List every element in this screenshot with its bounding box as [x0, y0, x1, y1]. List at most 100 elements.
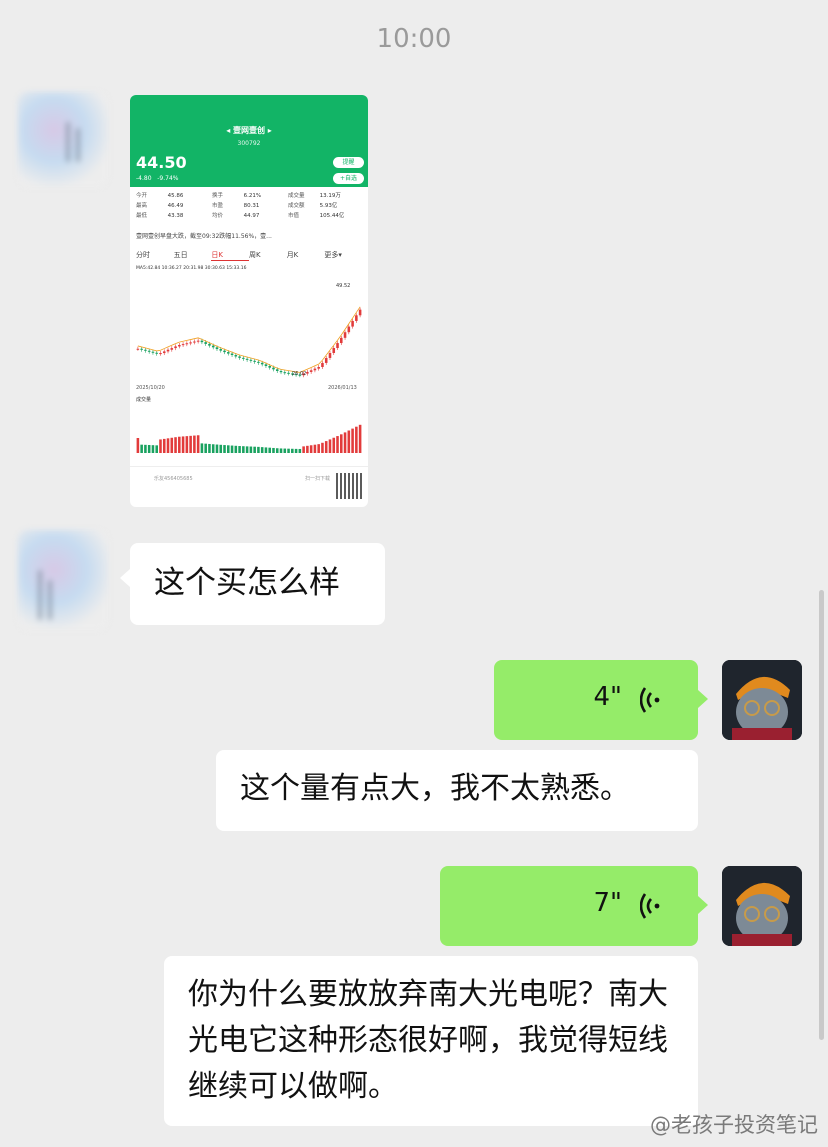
candle	[321, 362, 324, 368]
volume-bar	[174, 437, 177, 453]
volume-bar	[260, 447, 264, 453]
stock-header: ◂ 壹网壹创 ▸ 300792 44.50 -4.80 -9.74% 提醒 +自…	[130, 95, 368, 187]
volume-bar	[147, 445, 151, 453]
footer-download: 扫一扫下载	[304, 476, 330, 482]
voice-transcript: 这个量有点大，我不太熟悉。	[216, 750, 698, 831]
candle	[260, 362, 264, 365]
volume-bar	[219, 444, 223, 453]
volume-bar	[204, 443, 207, 453]
watchlist-button: +自选	[333, 173, 364, 184]
volume-bar	[144, 444, 147, 453]
voice-wave-icon	[640, 893, 660, 919]
candle	[230, 353, 234, 356]
candle	[223, 350, 226, 353]
stock-footer: 乐友456405685 扫一扫下载	[130, 466, 368, 507]
candle	[227, 352, 230, 354]
volume-bar	[340, 434, 343, 453]
volume-bar	[208, 443, 211, 453]
voice-duration: 4"	[593, 682, 622, 712]
remind-button: 提醒	[333, 157, 364, 168]
peak-label: 49.52	[336, 283, 350, 289]
voice-transcript: 你为什么要放放弃南大光电呢？南大光电它这种形态很好啊，我觉得短线继续可以做啊。	[164, 956, 698, 1126]
stats-row: 最低 43.38 均价 44.97 市值 105.44亿	[136, 213, 345, 219]
volume-bar	[249, 446, 253, 453]
date-end: 2026/01/13	[328, 385, 357, 391]
volume-bar	[264, 447, 268, 453]
volume-bar	[302, 446, 305, 453]
candle	[283, 372, 287, 374]
volume-bar	[181, 436, 185, 453]
stock-name: ◂ 壹网壹创 ▸	[226, 126, 272, 135]
candle	[215, 347, 219, 350]
stock-change-pct: -9.74%	[157, 175, 179, 182]
voice-duration: 7"	[593, 888, 622, 918]
candle	[264, 364, 268, 367]
candle	[351, 320, 354, 327]
self-avatar[interactable]	[722, 866, 802, 946]
volume-bar	[238, 446, 241, 453]
candle	[249, 359, 253, 361]
volume-bar	[223, 445, 226, 453]
candle	[275, 369, 279, 371]
candle	[211, 345, 215, 348]
candle	[257, 361, 260, 363]
stock-screenshot-image[interactable]: ◂ 壹网壹创 ▸ 300792 44.50 -4.80 -9.74% 提醒 +自…	[130, 95, 368, 507]
tab-more: 更多▾	[324, 251, 342, 259]
candle	[170, 348, 174, 350]
volume-bar	[283, 448, 287, 453]
candle	[340, 337, 343, 344]
volume-bar	[166, 438, 170, 453]
stock-price: 44.50	[136, 153, 187, 172]
volume-bar	[275, 448, 279, 453]
stock-stats: 今开 45.86 换手 6.21% 成交量 13.19万 最高 46.49 市盈 80.31 成交…	[136, 191, 364, 221]
stock-change-value: -4.80	[136, 175, 152, 182]
voice-message-bubble[interactable]: 7"	[440, 866, 708, 946]
contact-avatar-bottom[interactable]	[18, 530, 108, 630]
volume-bar	[189, 435, 192, 453]
self-avatar[interactable]	[722, 660, 802, 740]
volume-bar	[306, 445, 309, 453]
date-start: 2025/10/20	[136, 385, 165, 391]
volume-bar	[355, 426, 358, 453]
volume-bar	[272, 447, 275, 453]
candle	[287, 372, 290, 374]
cat-avatar-icon	[722, 660, 802, 740]
volume-bar	[151, 445, 155, 453]
volume-bar	[196, 435, 200, 453]
candle	[336, 343, 339, 349]
candle	[159, 353, 162, 355]
tab-monthly-k: 月K	[286, 251, 299, 259]
low-label: 26.02	[292, 371, 306, 377]
candle	[245, 358, 249, 360]
scrollbar[interactable]	[819, 590, 824, 1040]
cat-avatar-icon	[722, 866, 802, 946]
candle	[355, 315, 358, 321]
voice-message-bubble[interactable]: 4"	[494, 660, 708, 740]
candle	[147, 350, 151, 352]
volume-bar	[136, 438, 140, 453]
qr-code	[336, 473, 362, 499]
message-bubble-incoming[interactable]: 这个买怎么样	[120, 543, 385, 625]
stock-news: 壹网壹创早盘大跌，截至09:32跌幅11.56%，壹...	[136, 233, 272, 240]
candle	[208, 343, 211, 346]
candle	[166, 349, 170, 352]
contact-avatar-top[interactable]	[18, 92, 108, 187]
candle	[162, 351, 166, 354]
candle	[155, 352, 158, 354]
volume-bar	[351, 428, 354, 453]
tab-intraday: 分时	[136, 251, 150, 259]
candle	[178, 344, 181, 347]
volume-bar	[170, 437, 174, 453]
volume-bar	[211, 444, 215, 453]
volume-bar	[291, 448, 294, 453]
candle	[193, 341, 196, 343]
volume-bar	[155, 445, 158, 453]
voice-wave-icon	[640, 687, 660, 713]
candle	[181, 344, 185, 346]
volume-bar	[193, 435, 196, 453]
stock-code: 300792	[237, 140, 261, 147]
candle	[196, 340, 200, 342]
chart-tabs: 分时 五日 日K 周K 月K 更多▾	[136, 250, 362, 261]
candle	[234, 355, 238, 357]
candle	[253, 360, 256, 362]
